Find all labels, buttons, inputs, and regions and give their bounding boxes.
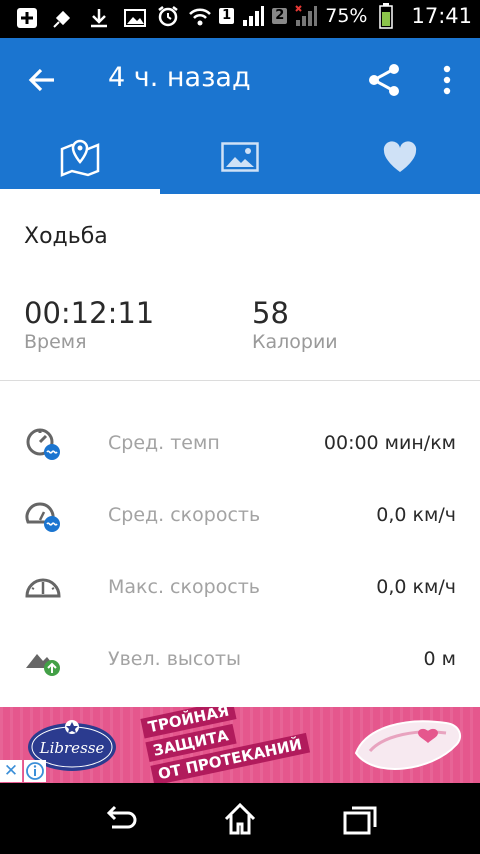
activity-type: Ходьба bbox=[24, 224, 108, 249]
nav-home-icon[interactable] bbox=[220, 799, 260, 839]
metric-value: 0,0 км/ч bbox=[376, 504, 456, 526]
divider bbox=[0, 380, 480, 381]
calories-value: 58 bbox=[252, 296, 289, 330]
svg-text:Libresse: Libresse bbox=[39, 739, 105, 757]
battery-icon bbox=[373, 3, 399, 29]
metric-row-max-speed: Макс. скорость 0,0 км/ч bbox=[0, 568, 480, 608]
max-speed-icon bbox=[24, 568, 62, 606]
ad-banner[interactable]: Libresse ТРОЙНАЯ ЗАЩИТА ОТ ПРОТЕКАНИЙ bbox=[0, 707, 480, 783]
no-signal-icon bbox=[293, 3, 319, 29]
signal-strength-icon bbox=[240, 3, 266, 29]
clock: 17:41 bbox=[411, 4, 472, 28]
metric-label: Сред. скорость bbox=[108, 504, 261, 526]
metric-value: 0 м bbox=[423, 648, 456, 670]
alarm-icon bbox=[155, 3, 181, 29]
selected-tab-indicator bbox=[0, 189, 160, 194]
tab-map[interactable] bbox=[0, 124, 160, 194]
avg-pace-icon bbox=[24, 424, 62, 462]
calories-label: Калории bbox=[252, 331, 338, 353]
tab-bar bbox=[0, 124, 480, 194]
system-nav-bar bbox=[0, 783, 480, 854]
heart-icon bbox=[381, 140, 419, 178]
metric-row-elevation-gain: Увел. высоты 0 м bbox=[0, 640, 480, 680]
status-bar: 1 2 75% 17:41 bbox=[0, 0, 480, 38]
more-options-icon[interactable] bbox=[432, 60, 462, 100]
avg-speed-icon bbox=[24, 496, 62, 534]
metric-value: 00:00 мин/км bbox=[323, 432, 456, 454]
sim2-badge: 2 bbox=[272, 8, 288, 24]
map-pin-icon bbox=[58, 137, 102, 181]
back-arrow-icon[interactable] bbox=[24, 62, 60, 98]
ad-close-button[interactable]: ✕ bbox=[0, 760, 22, 782]
nav-back-icon[interactable] bbox=[100, 799, 140, 839]
metric-label: Увел. высоты bbox=[108, 648, 242, 670]
metric-row-avg-pace: Сред. темп 00:00 мин/км bbox=[0, 424, 480, 464]
wifi-icon bbox=[187, 3, 213, 29]
share-icon[interactable] bbox=[364, 60, 404, 100]
app-notification-icon bbox=[14, 5, 40, 31]
satellite-icon bbox=[50, 5, 76, 31]
tab-favorite[interactable] bbox=[320, 124, 480, 194]
download-icon bbox=[86, 5, 112, 31]
page-title: 4 ч. назад bbox=[108, 62, 251, 93]
duration-label: Время bbox=[24, 331, 87, 353]
image-icon bbox=[221, 142, 259, 176]
app-bar: 4 ч. назад bbox=[0, 38, 480, 124]
duration-value: 00:12:11 bbox=[24, 296, 155, 330]
nav-recents-icon[interactable] bbox=[340, 799, 380, 839]
metric-label: Макс. скорость bbox=[108, 576, 260, 598]
pad-product-image bbox=[352, 713, 464, 777]
sim1-badge: 1 bbox=[219, 8, 235, 24]
battery-percent: 75% bbox=[325, 5, 368, 27]
metric-label: Сред. темп bbox=[108, 432, 220, 454]
metric-value: 0,0 км/ч bbox=[376, 576, 456, 598]
elevation-gain-icon bbox=[24, 640, 62, 678]
image-notification-icon bbox=[122, 5, 148, 31]
tab-photos[interactable] bbox=[160, 124, 320, 194]
ad-info-icon[interactable] bbox=[24, 760, 46, 782]
metric-row-avg-speed: Сред. скорость 0,0 км/ч bbox=[0, 496, 480, 536]
